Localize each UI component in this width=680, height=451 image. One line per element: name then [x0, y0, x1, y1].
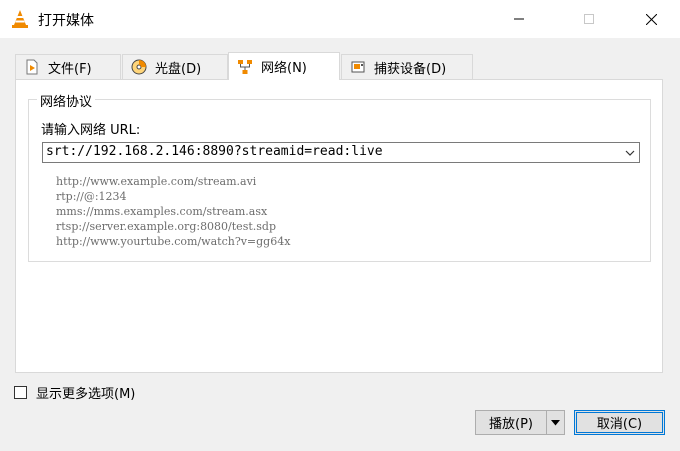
- more-options-label: 显示更多选项(M): [36, 387, 136, 402]
- tab-file[interactable]: 文件(F): [15, 54, 121, 79]
- more-options-checkbox[interactable]: [14, 386, 27, 399]
- play-button[interactable]: 播放(P): [475, 410, 547, 435]
- tab-capture-label: 捕获设备(D): [374, 61, 447, 77]
- capture-device-icon: [351, 61, 365, 73]
- more-options-toggle[interactable]: 显示更多选项(M): [14, 384, 136, 402]
- example-line: rtp://@:1234: [56, 190, 127, 203]
- url-input[interactable]: srt://192.168.2.146:8890?streamid=read:l…: [42, 142, 640, 163]
- network-icon: [238, 59, 252, 74]
- disc-icon: [131, 59, 147, 75]
- vlc-cone-icon: [12, 10, 28, 28]
- example-line: mms://mms.examples.com/stream.asx: [56, 205, 268, 218]
- minimize-icon: [514, 18, 524, 20]
- network-protocol-group: 网络协议 请输入网络 URL: srt://192.168.2.146:8890…: [28, 91, 651, 262]
- play-dropdown-button[interactable]: [546, 410, 565, 435]
- window-title: 打开媒体: [38, 13, 94, 29]
- file-play-icon: [26, 59, 38, 75]
- maximize-button[interactable]: [566, 0, 612, 38]
- caret-down-icon: [551, 419, 560, 425]
- network-panel: 网络协议 请输入网络 URL: srt://192.168.2.146:8890…: [15, 79, 663, 373]
- title-bar: 打开媒体: [0, 0, 680, 38]
- chevron-down-icon[interactable]: [624, 147, 636, 159]
- play-button-label: 播放(P): [489, 417, 533, 432]
- maximize-icon: [584, 14, 594, 24]
- focus-ring: [576, 412, 663, 433]
- url-examples: http://www.example.com/stream.avi rtp://…: [56, 174, 290, 249]
- tab-disc-label: 光盘(D): [155, 61, 202, 77]
- cancel-button[interactable]: 取消(C): [574, 410, 665, 435]
- tab-disc[interactable]: 光盘(D): [122, 54, 228, 79]
- tab-network-label: 网络(N): [261, 61, 307, 76]
- close-icon: [645, 13, 657, 25]
- example-line: http://www.example.com/stream.avi: [56, 175, 257, 188]
- tab-capture-device[interactable]: 捕获设备(D): [341, 54, 473, 79]
- tab-file-label: 文件(F): [48, 61, 92, 77]
- example-line: rtsp://server.example.org:8080/test.sdp: [56, 220, 276, 233]
- minimize-button[interactable]: [496, 0, 542, 38]
- group-title: 网络协议: [37, 91, 96, 110]
- close-button[interactable]: [628, 0, 674, 38]
- url-label: 请输入网络 URL:: [41, 123, 141, 138]
- url-value: srt://192.168.2.146:8890?streamid=read:l…: [46, 144, 383, 159]
- tab-network[interactable]: 网络(N): [228, 52, 340, 80]
- example-line: http://www.yourtube.com/watch?v=gg64x: [56, 235, 291, 248]
